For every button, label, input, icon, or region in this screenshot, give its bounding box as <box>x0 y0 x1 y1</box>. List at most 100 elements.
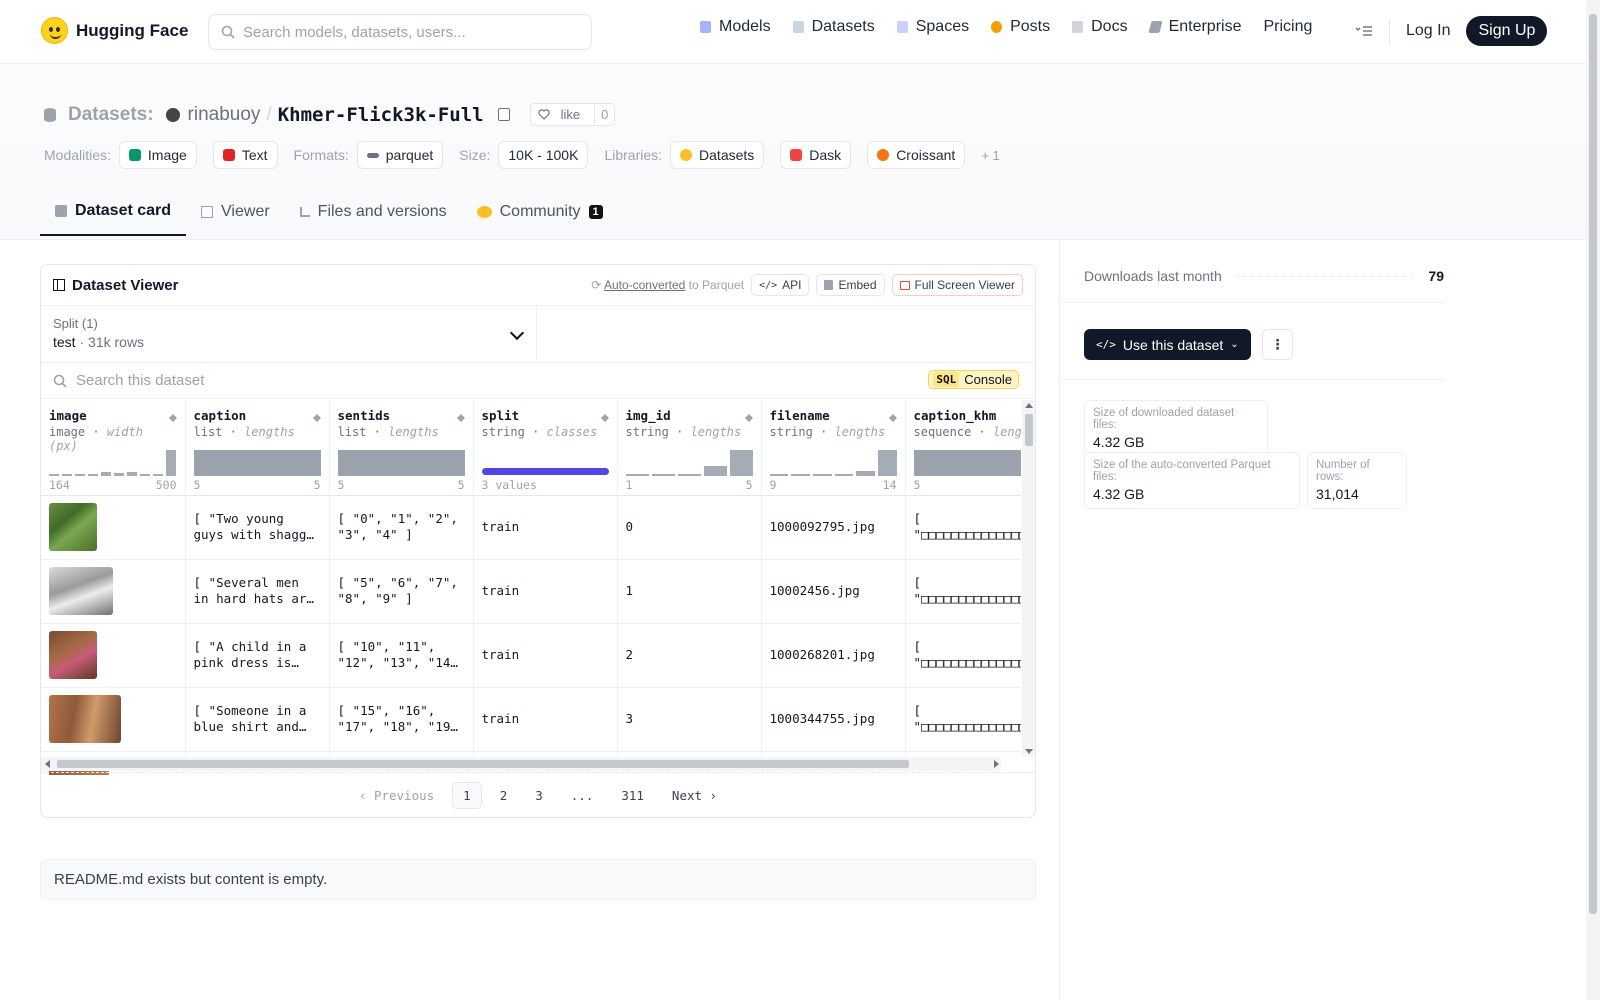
tag-datasets-lib[interactable]: Datasets <box>670 141 765 169</box>
image-cell[interactable] <box>41 559 186 624</box>
sort-icon[interactable] <box>744 410 753 422</box>
nav-docs[interactable]: Docs <box>1072 18 1128 36</box>
nav-enterprise[interactable]: Enterprise <box>1147 18 1241 36</box>
page-scrollbar[interactable] <box>1586 0 1600 1000</box>
nav-datasets[interactable]: Datasets <box>792 18 875 36</box>
column-header[interactable]: split string · classes 3 values <box>473 400 618 496</box>
img-id-cell[interactable]: 3 <box>617 687 762 752</box>
next-page-button[interactable]: Next › <box>662 783 727 808</box>
scrollbar-thumb[interactable] <box>1589 14 1597 914</box>
column-header[interactable]: filename string · lengths 9 14 <box>761 400 906 496</box>
signup-button[interactable]: Sign Up <box>1466 16 1548 46</box>
table-row[interactable]: [ "Someone in a blue shirt and hat is st… <box>41 687 1021 752</box>
column-header[interactable]: img_id string · lengths 15 <box>617 400 762 496</box>
filename-cell[interactable]: 1000092795.jpg <box>761 495 906 560</box>
auto-converted-link[interactable]: Auto-converted <box>604 278 685 292</box>
table-row[interactable]: [ "Two young guys with shaggy hair look … <box>41 495 1021 560</box>
use-this-dataset-button[interactable]: </> Use this dataset ⌄ <box>1084 329 1251 360</box>
tag-image[interactable]: Image <box>118 141 197 169</box>
dataset-search[interactable]: SQL Console <box>41 363 1035 399</box>
caption-khm-cell[interactable]: [ "□□□□□□□□□□□□□□□□□□□□□□□□□□□□□□□□ <box>905 559 1021 624</box>
caption-khm-cell[interactable]: [ "□□□□□□□□□□□□□□□□□□□□□□□□□□□□□□□□ <box>905 623 1021 688</box>
caption-cell[interactable]: [ "Several men in hard hats are operatin… <box>185 559 330 624</box>
previous-page-button[interactable]: ‹ Previous <box>349 783 444 808</box>
filename-cell[interactable]: 1000268201.jpg <box>761 623 906 688</box>
split-cell[interactable]: train <box>473 559 618 624</box>
api-button[interactable]: </> API <box>751 274 810 296</box>
tab-files[interactable]: Files and versions <box>285 191 462 236</box>
brand-link[interactable]: Hugging Face <box>41 17 188 44</box>
menu-icon[interactable] <box>1355 24 1373 38</box>
tag-text[interactable]: Text <box>212 141 278 169</box>
table-row[interactable]: [ "Several men in hard hats are operatin… <box>41 559 1021 624</box>
tag-dask[interactable]: Dask <box>780 141 852 169</box>
nav-spaces[interactable]: Spaces <box>896 18 969 36</box>
login-link[interactable]: Log In <box>1406 22 1450 40</box>
scroll-down-icon[interactable] <box>1025 749 1033 754</box>
caption-khm-cell[interactable]: [ "□□□□□□□□□□□□□□□□□□□□□□□□□□□□□□□□ <box>905 687 1021 752</box>
scroll-left-icon[interactable] <box>45 760 50 768</box>
sort-icon[interactable] <box>168 410 177 422</box>
img-id-cell[interactable]: 1 <box>617 559 762 624</box>
table-row[interactable]: [ "A child in a pink dress is climbing u… <box>41 623 1021 688</box>
column-header[interactable]: image image · width (px) 164 500 <box>41 400 186 496</box>
page-button[interactable]: 3 <box>525 783 553 808</box>
global-search[interactable] <box>208 14 592 50</box>
embed-button[interactable]: Embed <box>816 274 885 296</box>
sentids-cell[interactable]: [ "0", "1", "2", "3", "4" ] <box>329 495 474 560</box>
image-cell[interactable] <box>41 495 186 560</box>
caption-khm-cell[interactable]: [ "□□□□□□□□□□□□□□□□□□□□□□□□□□□□□□□□ <box>905 495 1021 560</box>
sort-icon[interactable] <box>888 410 897 422</box>
dataset-search-input[interactable] <box>76 372 776 389</box>
breadcrumb-datasets[interactable]: Datasets: <box>68 104 154 126</box>
page-button[interactable]: 311 <box>611 783 654 808</box>
tag-croissant[interactable]: Croissant <box>867 141 966 169</box>
tab-dataset-card[interactable]: Dataset card <box>40 191 187 236</box>
repo-name[interactable]: Khmer-Flick3k-Full <box>278 104 484 126</box>
fullscreen-button[interactable]: Full Screen Viewer <box>891 274 1023 296</box>
column-header[interactable]: sentids list · lengths 55 <box>329 400 474 496</box>
split-cell[interactable]: train <box>473 495 618 560</box>
table-scroll-area[interactable]: image image · width (px) 164 500 caption … <box>41 400 1021 775</box>
thumbnail-image[interactable] <box>49 567 113 615</box>
like-button[interactable]: like 0 <box>529 103 616 126</box>
nav-models[interactable]: Models <box>700 18 771 36</box>
caption-cell[interactable]: [ "Someone in a blue shirt and hat is st… <box>185 687 330 752</box>
tab-community[interactable]: Community 1 <box>462 191 618 236</box>
horizontal-scrollbar[interactable] <box>41 757 1001 771</box>
filename-cell[interactable]: 10002456.jpg <box>761 559 906 624</box>
scroll-up-icon[interactable] <box>1025 403 1033 408</box>
sort-icon[interactable] <box>600 410 609 422</box>
column-header[interactable]: caption_khm sequence · lengths 5 <box>905 400 1021 496</box>
split-select[interactable]: Split (1) test · 31k rows <box>41 306 537 362</box>
nav-posts[interactable]: Posts <box>991 18 1050 36</box>
image-cell[interactable] <box>41 623 186 688</box>
page-button[interactable]: 1 <box>452 782 482 809</box>
sentids-cell[interactable]: [ "5", "6", "7", "8", "9" ] <box>329 559 474 624</box>
column-header[interactable]: caption list · lengths 55 <box>185 400 330 496</box>
scrollbar-thumb[interactable] <box>1025 414 1033 446</box>
split-cell[interactable]: train <box>473 687 618 752</box>
copy-icon[interactable] <box>497 108 510 121</box>
tag-size[interactable]: 10K - 100K <box>498 141 589 169</box>
owner-link[interactable]: rinabuoy <box>188 104 261 126</box>
thumbnail-image[interactable] <box>49 503 97 551</box>
tag-parquet[interactable]: parquet <box>356 141 444 169</box>
nav-pricing[interactable]: Pricing <box>1263 18 1312 36</box>
caption-cell[interactable]: [ "A child in a pink dress is climbing u… <box>185 623 330 688</box>
filename-cell[interactable]: 1000344755.jpg <box>761 687 906 752</box>
sort-icon[interactable] <box>312 410 321 422</box>
image-cell[interactable] <box>41 687 186 752</box>
global-search-input[interactable] <box>243 23 573 41</box>
caption-cell[interactable]: [ "Two young guys with shaggy hair look … <box>185 495 330 560</box>
page-button[interactable]: 2 <box>490 783 518 808</box>
vertical-scrollbar[interactable] <box>1022 400 1035 757</box>
thumbnail-image[interactable] <box>49 631 97 679</box>
split-cell[interactable]: train <box>473 623 618 688</box>
thumbnail-image[interactable] <box>49 695 121 743</box>
scroll-right-icon[interactable] <box>994 760 999 768</box>
img-id-cell[interactable]: 0 <box>617 495 762 560</box>
more-options-icon[interactable]: ⋮ <box>1262 329 1293 360</box>
sql-console-button[interactable]: SQL Console <box>928 370 1019 389</box>
sentids-cell[interactable]: [ "15", "16", "17", "18", "19" ] <box>329 687 474 752</box>
